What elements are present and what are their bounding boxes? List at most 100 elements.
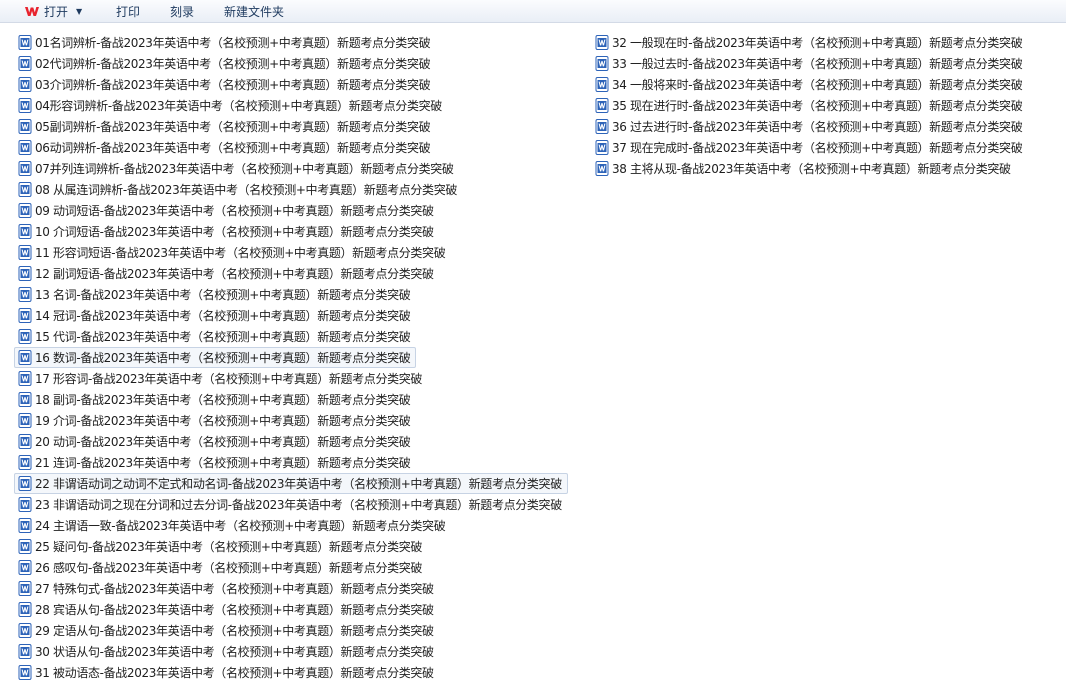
new-folder-button[interactable]: 新建文件夹 <box>224 0 284 22</box>
wps-logo-icon <box>25 6 39 16</box>
word-document-icon <box>18 665 32 680</box>
file-item[interactable]: 27 特殊句式-备战2023年英语中考（名校预测+中考真题）新题考点分类突破 <box>14 578 440 599</box>
file-name: 21 连词-备战2023年英语中考（名校预测+中考真题）新题考点分类突破 <box>35 456 411 470</box>
file-name: 07并列连词辨析-备战2023年英语中考（名校预测+中考真题）新题考点分类突破 <box>35 162 454 176</box>
file-item[interactable]: 37 现在完成时-备战2023年英语中考（名校预测+中考真题）新题考点分类突破 <box>591 137 1028 158</box>
file-item[interactable]: 09 动词短语-备战2023年英语中考（名校预测+中考真题）新题考点分类突破 <box>14 200 440 221</box>
word-document-icon <box>18 308 32 323</box>
dropdown-arrow-icon[interactable]: ▼ <box>76 7 82 16</box>
file-name: 19 介词-备战2023年英语中考（名校预测+中考真题）新题考点分类突破 <box>35 414 411 428</box>
word-document-icon <box>18 497 32 512</box>
file-name: 28 宾语从句-备战2023年英语中考（名校预测+中考真题）新题考点分类突破 <box>35 603 434 617</box>
file-item[interactable]: 01名词辨析-备战2023年英语中考（名校预测+中考真题）新题考点分类突破 <box>14 32 436 53</box>
file-item[interactable]: 07并列连词辨析-备战2023年英语中考（名校预测+中考真题）新题考点分类突破 <box>14 158 460 179</box>
file-item[interactable]: 03介词辨析-备战2023年英语中考（名校预测+中考真题）新题考点分类突破 <box>14 74 436 95</box>
word-document-icon <box>18 161 32 176</box>
file-name: 26 感叹句-备战2023年英语中考（名校预测+中考真题）新题考点分类突破 <box>35 561 423 575</box>
word-document-icon <box>18 56 32 71</box>
file-item[interactable]: 11 形容词短语-备战2023年英语中考（名校预测+中考真题）新题考点分类突破 <box>14 242 451 263</box>
file-name: 18 副词-备战2023年英语中考（名校预测+中考真题）新题考点分类突破 <box>35 393 411 407</box>
file-name: 36 过去进行时-备战2023年英语中考（名校预测+中考真题）新题考点分类突破 <box>612 120 1023 134</box>
file-item[interactable]: 17 形容词-备战2023年英语中考（名校预测+中考真题）新题考点分类突破 <box>14 368 428 389</box>
file-item[interactable]: 24 主谓语一致-备战2023年英语中考（名校预测+中考真题）新题考点分类突破 <box>14 515 451 536</box>
file-item[interactable]: 20 动词-备战2023年英语中考（名校预测+中考真题）新题考点分类突破 <box>14 431 416 452</box>
word-document-icon <box>18 245 32 260</box>
file-item[interactable]: 36 过去进行时-备战2023年英语中考（名校预测+中考真题）新题考点分类突破 <box>591 116 1028 137</box>
word-document-icon <box>18 560 32 575</box>
file-item[interactable]: 35 现在进行时-备战2023年英语中考（名校预测+中考真题）新题考点分类突破 <box>591 95 1028 116</box>
word-document-icon <box>595 119 609 134</box>
word-document-icon <box>18 266 32 281</box>
file-item[interactable]: 25 疑问句-备战2023年英语中考（名校预测+中考真题）新题考点分类突破 <box>14 536 428 557</box>
file-name: 14 冠词-备战2023年英语中考（名校预测+中考真题）新题考点分类突破 <box>35 309 411 323</box>
file-item[interactable]: 06动词辨析-备战2023年英语中考（名校预测+中考真题）新题考点分类突破 <box>14 137 436 158</box>
open-label: 打开 <box>44 4 69 19</box>
file-item[interactable]: 22 非谓语动词之动词不定式和动名词-备战2023年英语中考（名校预测+中考真题… <box>14 473 568 494</box>
open-button[interactable]: 打开 ▼ <box>0 0 92 22</box>
file-name: 23 非谓语动词之现在分词和过去分词-备战2023年英语中考（名校预测+中考真题… <box>35 498 562 512</box>
word-document-icon <box>18 602 32 617</box>
file-name: 15 代词-备战2023年英语中考（名校预测+中考真题）新题考点分类突破 <box>35 330 411 344</box>
word-document-icon <box>18 518 32 533</box>
word-document-icon <box>18 392 32 407</box>
file-item[interactable]: 16 数词-备战2023年英语中考（名校预测+中考真题）新题考点分类突破 <box>14 347 417 368</box>
file-item[interactable]: 14 冠词-备战2023年英语中考（名校预测+中考真题）新题考点分类突破 <box>14 305 416 326</box>
file-name: 03介词辨析-备战2023年英语中考（名校预测+中考真题）新题考点分类突破 <box>35 78 431 92</box>
file-item[interactable]: 34 一般将来时-备战2023年英语中考（名校预测+中考真题）新题考点分类突破 <box>591 74 1028 95</box>
file-item[interactable]: 19 介词-备战2023年英语中考（名校预测+中考真题）新题考点分类突破 <box>14 410 416 431</box>
file-name: 34 一般将来时-备战2023年英语中考（名校预测+中考真题）新题考点分类突破 <box>612 78 1023 92</box>
file-list-column-right: 32 一般现在时-备战2023年英语中考（名校预测+中考真题）新题考点分类突破 3… <box>591 32 1028 179</box>
file-name: 12 副词短语-备战2023年英语中考（名校预测+中考真题）新题考点分类突破 <box>35 267 434 281</box>
word-document-icon <box>18 539 32 554</box>
file-name: 32 一般现在时-备战2023年英语中考（名校预测+中考真题）新题考点分类突破 <box>612 36 1023 50</box>
burn-button[interactable]: 刻录 <box>170 0 194 22</box>
word-document-icon <box>18 350 32 365</box>
file-name: 30 状语从句-备战2023年英语中考（名校预测+中考真题）新题考点分类突破 <box>35 645 434 659</box>
file-item[interactable]: 26 感叹句-备战2023年英语中考（名校预测+中考真题）新题考点分类突破 <box>14 557 428 578</box>
word-document-icon <box>18 182 32 197</box>
file-name: 38 主将从现-备战2023年英语中考（名校预测+中考真题）新题考点分类突破 <box>612 162 1011 176</box>
file-item[interactable]: 21 连词-备战2023年英语中考（名校预测+中考真题）新题考点分类突破 <box>14 452 416 473</box>
file-item[interactable]: 33 一般过去时-备战2023年英语中考（名校预测+中考真题）新题考点分类突破 <box>591 53 1028 74</box>
file-item[interactable]: 18 副词-备战2023年英语中考（名校预测+中考真题）新题考点分类突破 <box>14 389 416 410</box>
file-name: 25 疑问句-备战2023年英语中考（名校预测+中考真题）新题考点分类突破 <box>35 540 423 554</box>
word-document-icon <box>18 224 32 239</box>
file-name: 11 形容词短语-备战2023年英语中考（名校预测+中考真题）新题考点分类突破 <box>35 246 446 260</box>
file-name: 17 形容词-备战2023年英语中考（名校预测+中考真题）新题考点分类突破 <box>35 372 423 386</box>
file-item[interactable]: 02代词辨析-备战2023年英语中考（名校预测+中考真题）新题考点分类突破 <box>14 53 436 74</box>
file-item[interactable]: 29 定语从句-备战2023年英语中考（名校预测+中考真题）新题考点分类突破 <box>14 620 440 641</box>
file-item[interactable]: 31 被动语态-备战2023年英语中考（名校预测+中考真题）新题考点分类突破 <box>14 662 440 683</box>
file-item[interactable]: 38 主将从现-备战2023年英语中考（名校预测+中考真题）新题考点分类突破 <box>591 158 1017 179</box>
file-name: 22 非谓语动词之动词不定式和动名词-备战2023年英语中考（名校预测+中考真题… <box>35 477 562 491</box>
word-document-icon <box>18 203 32 218</box>
file-item[interactable]: 08 从属连词辨析-备战2023年英语中考（名校预测+中考真题）新题考点分类突破 <box>14 179 463 200</box>
file-item[interactable]: 23 非谓语动词之现在分词和过去分词-备战2023年英语中考（名校预测+中考真题… <box>14 494 568 515</box>
file-list-column-left: 01名词辨析-备战2023年英语中考（名校预测+中考真题）新题考点分类突破 02代… <box>14 32 568 683</box>
word-document-icon <box>18 581 32 596</box>
file-item[interactable]: 04形容词辨析-备战2023年英语中考（名校预测+中考真题）新题考点分类突破 <box>14 95 448 116</box>
file-item[interactable]: 15 代词-备战2023年英语中考（名校预测+中考真题）新题考点分类突破 <box>14 326 416 347</box>
file-item[interactable]: 32 一般现在时-备战2023年英语中考（名校预测+中考真题）新题考点分类突破 <box>591 32 1028 53</box>
file-name: 08 从属连词辨析-备战2023年英语中考（名校预测+中考真题）新题考点分类突破 <box>35 183 458 197</box>
file-item[interactable]: 28 宾语从句-备战2023年英语中考（名校预测+中考真题）新题考点分类突破 <box>14 599 440 620</box>
file-name: 04形容词辨析-备战2023年英语中考（名校预测+中考真题）新题考点分类突破 <box>35 99 442 113</box>
file-name: 16 数词-备战2023年英语中考（名校预测+中考真题）新题考点分类突破 <box>35 351 411 365</box>
file-item[interactable]: 12 副词短语-备战2023年英语中考（名校预测+中考真题）新题考点分类突破 <box>14 263 440 284</box>
file-name: 24 主谓语一致-备战2023年英语中考（名校预测+中考真题）新题考点分类突破 <box>35 519 446 533</box>
file-item[interactable]: 05副词辨析-备战2023年英语中考（名校预测+中考真题）新题考点分类突破 <box>14 116 436 137</box>
file-item[interactable]: 30 状语从句-备战2023年英语中考（名校预测+中考真题）新题考点分类突破 <box>14 641 440 662</box>
file-name: 13 名词-备战2023年英语中考（名校预测+中考真题）新题考点分类突破 <box>35 288 411 302</box>
file-name: 02代词辨析-备战2023年英语中考（名校预测+中考真题）新题考点分类突破 <box>35 57 431 71</box>
word-document-icon <box>18 455 32 470</box>
file-name: 06动词辨析-备战2023年英语中考（名校预测+中考真题）新题考点分类突破 <box>35 141 431 155</box>
word-document-icon <box>18 623 32 638</box>
word-document-icon <box>18 287 32 302</box>
print-button[interactable]: 打印 <box>116 0 140 22</box>
word-document-icon <box>595 35 609 50</box>
word-document-icon <box>595 77 609 92</box>
file-item[interactable]: 13 名词-备战2023年英语中考（名校预测+中考真题）新题考点分类突破 <box>14 284 416 305</box>
file-item[interactable]: 10 介词短语-备战2023年英语中考（名校预测+中考真题）新题考点分类突破 <box>14 221 440 242</box>
word-document-icon <box>18 98 32 113</box>
word-document-icon <box>595 98 609 113</box>
word-document-icon <box>595 140 609 155</box>
